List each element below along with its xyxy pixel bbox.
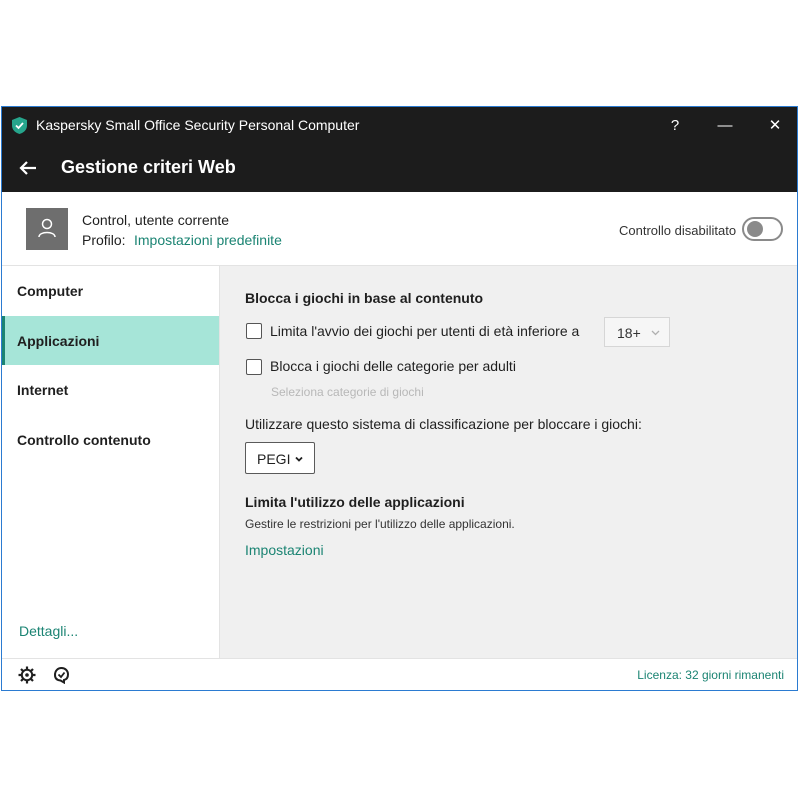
profile-link[interactable]: Impostazioni predefinite — [134, 232, 282, 248]
footer-bar: Licenza: 32 giorni rimanenti — [2, 658, 797, 690]
sidebar-item-label: Controllo contenuto — [17, 432, 151, 448]
support-icon[interactable] — [52, 666, 70, 684]
sidebar-item-label: Applicazioni — [17, 333, 100, 349]
adult-categories-checkbox[interactable] — [246, 359, 262, 375]
profile-label: Profilo: — [82, 232, 126, 248]
app-title: Kaspersky Small Office Security Personal… — [36, 117, 360, 133]
age-select[interactable]: 18+ — [604, 317, 670, 347]
block-games-title: Blocca i giochi in base al contenuto — [245, 290, 484, 306]
close-button[interactable]: ✕ — [760, 113, 790, 139]
avatar — [26, 208, 68, 250]
sidebar-item-internet[interactable]: Internet — [2, 365, 219, 414]
settings-link[interactable]: Impostazioni — [245, 542, 324, 558]
sidebar-item-controllo-contenuto[interactable]: Controllo contenuto — [2, 415, 219, 464]
header-bar: Gestione criteri Web — [2, 145, 797, 192]
limit-apps-description: Gestire le restrizioni per l'utilizzo de… — [245, 517, 515, 531]
rating-system-select[interactable]: PEGI — [245, 442, 315, 474]
chevron-down-icon — [295, 456, 303, 462]
control-toggle[interactable] — [742, 217, 783, 241]
sidebar-item-label: Computer — [17, 283, 84, 299]
sidebar: Computer Applicazioni Internet Controllo… — [2, 266, 220, 658]
toggle-knob — [747, 221, 763, 237]
rating-system-label: Utilizzare questo sistema di classificaz… — [245, 416, 642, 432]
sidebar-item-label: Internet — [17, 382, 69, 398]
adult-categories-label: Blocca i giochi delle categorie per adul… — [270, 358, 516, 374]
user-name: Control, utente corrente — [82, 212, 230, 228]
age-limit-label: Limita l'avvio dei giochi per utenti di … — [270, 323, 580, 339]
age-limit-checkbox[interactable] — [246, 323, 262, 339]
kaspersky-shield-icon — [12, 117, 27, 134]
license-status-link[interactable]: Licenza: 32 giorni rimanenti — [637, 668, 784, 682]
title-bar: Kaspersky Small Office Security Personal… — [2, 107, 797, 145]
age-value: 18+ — [617, 325, 641, 341]
minimize-button[interactable]: — — [710, 113, 740, 139]
app-window: Kaspersky Small Office Security Personal… — [1, 106, 798, 691]
sidebar-item-applicazioni[interactable]: Applicazioni — [2, 316, 219, 365]
gear-icon[interactable] — [18, 666, 36, 684]
select-categories-link: Seleziona categorie di giochi — [271, 385, 424, 399]
sidebar-item-computer[interactable]: Computer — [2, 266, 219, 315]
help-button[interactable]: ? — [660, 113, 690, 139]
back-arrow-icon[interactable] — [16, 156, 40, 180]
rating-system-value: PEGI — [257, 451, 291, 467]
page-title: Gestione criteri Web — [61, 157, 236, 177]
limit-apps-title: Limita l'utilizzo delle applicazioni — [245, 494, 465, 510]
control-status-label: Controllo disabilitato — [619, 223, 737, 238]
details-link[interactable]: Dettagli... — [19, 623, 78, 639]
main-content: Blocca i giochi in base al contenuto Lim… — [220, 266, 797, 658]
chevron-down-icon — [651, 330, 660, 336]
profile-bar: Control, utente corrente Profilo: Impost… — [2, 192, 797, 266]
user-icon — [38, 218, 56, 238]
